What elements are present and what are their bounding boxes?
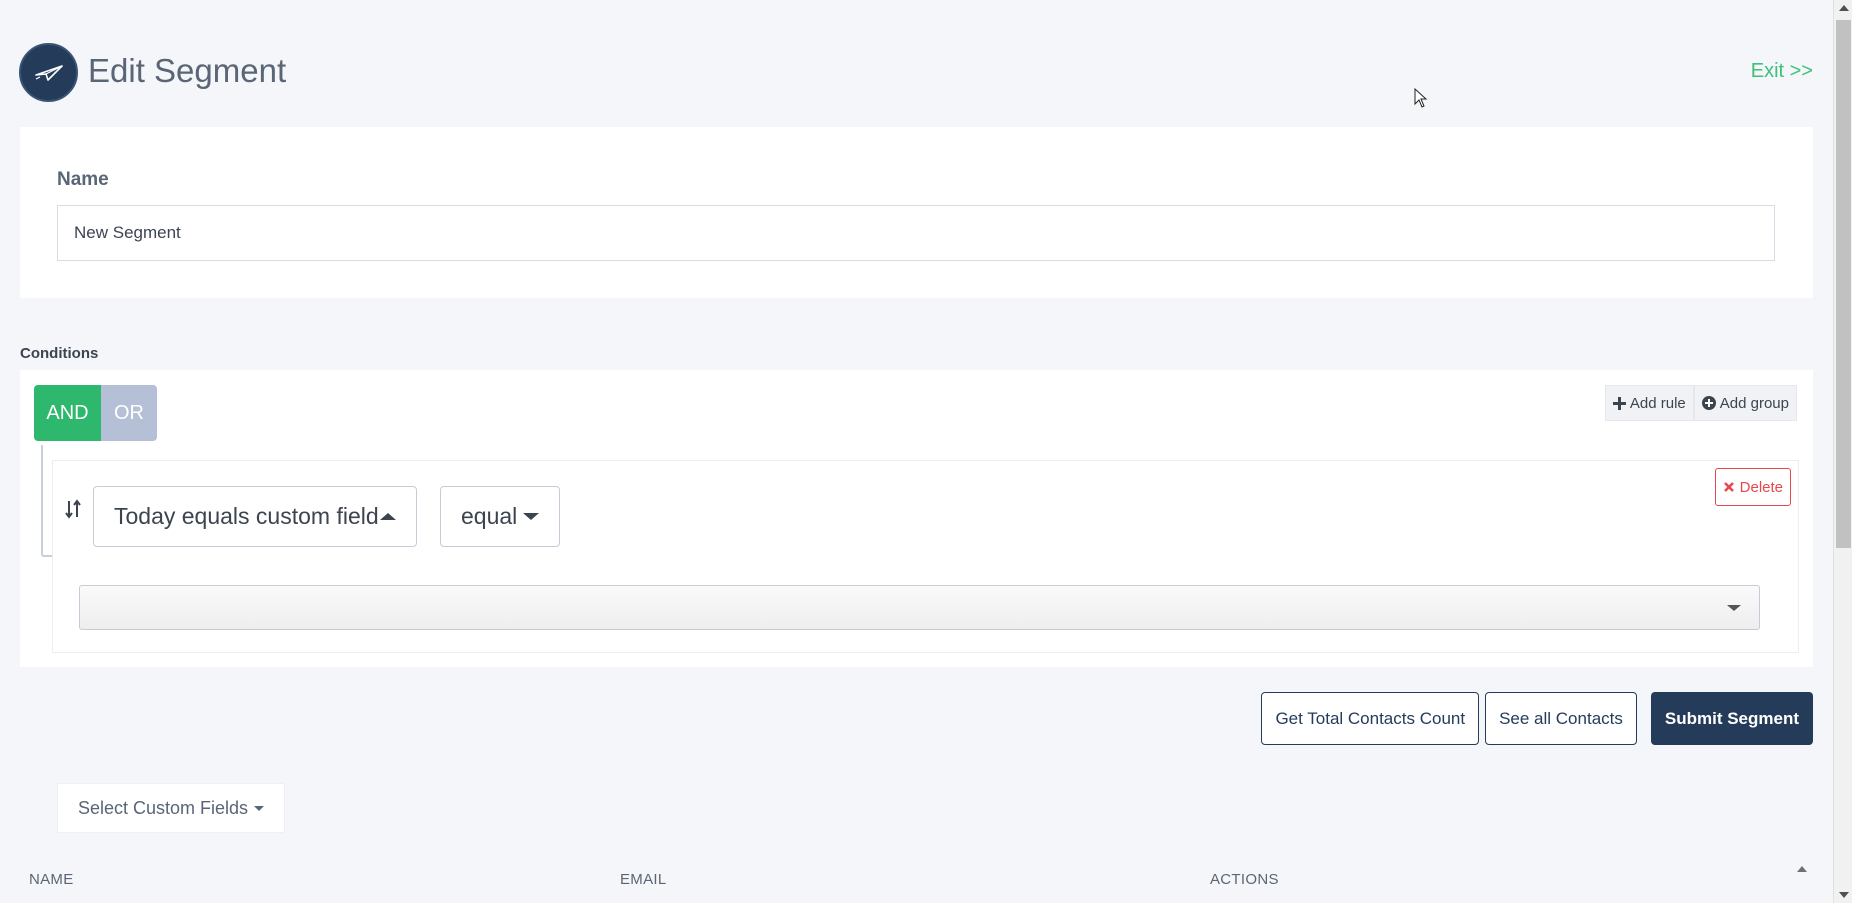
page-scrollbar[interactable] (1833, 0, 1852, 903)
paper-plane-icon (34, 64, 63, 81)
rule-value-select[interactable] (79, 585, 1760, 630)
page-title: Edit Segment (88, 52, 287, 89)
scroll-up-arrow[interactable] (1839, 5, 1849, 11)
exit-link[interactable]: Exit >> (1751, 60, 1813, 83)
column-header-name[interactable]: NAME (29, 871, 74, 888)
and-button[interactable]: AND (34, 385, 101, 441)
contacts-table-area: Select Custom Fields NAME EMAIL ACTIONS (20, 753, 1813, 903)
rule-row: Today equals custom field equal Delete (52, 460, 1799, 653)
delete-label: Delete (1739, 478, 1783, 496)
chevron-down-icon (1727, 604, 1741, 611)
segment-actions: Get Total Contacts Count See all Contact… (1261, 692, 1813, 745)
custom-fields-label: Select Custom Fields (78, 797, 249, 818)
add-group-button[interactable]: Add group (1693, 385, 1797, 421)
plus-circle-icon (1701, 396, 1716, 410)
total-contacts-count-button[interactable]: Get Total Contacts Count (1261, 692, 1480, 745)
sort-handle-icon[interactable] (65, 499, 81, 519)
field-select[interactable]: Today equals custom field (93, 486, 417, 547)
column-header-email[interactable]: EMAIL (620, 871, 667, 888)
add-rule-button[interactable]: Add rule (1604, 385, 1694, 421)
caret-down-icon (523, 513, 539, 520)
add-rule-label: Add rule (1629, 394, 1686, 412)
edit-segment-page: Edit Segment Exit >> Name Conditions AND… (0, 0, 1833, 903)
or-button[interactable]: OR (101, 385, 157, 441)
conditions-panel: AND OR Add rule Add group Today equals c… (20, 370, 1813, 667)
rule-actions: Add rule Add group (1604, 385, 1797, 421)
add-group-label: Add group (1719, 394, 1789, 412)
scroll-thumb[interactable] (1836, 20, 1851, 548)
mouse-cursor-icon (1414, 88, 1428, 108)
table-scroll-up-arrow[interactable] (1795, 862, 1809, 876)
caret-down-icon (254, 805, 265, 811)
plus-icon (1612, 396, 1626, 410)
segment-name-input[interactable] (57, 205, 1775, 261)
logo (19, 43, 78, 102)
select-custom-fields-dropdown[interactable]: Select Custom Fields (57, 783, 286, 833)
conditions-heading: Conditions (20, 345, 99, 362)
name-label: Name (57, 169, 109, 190)
delete-rule-button[interactable]: Delete (1714, 468, 1791, 506)
caret-up-icon (380, 513, 396, 520)
page-header: Edit Segment Exit >> (0, 0, 1833, 125)
scroll-down-arrow[interactable] (1839, 892, 1849, 898)
submit-segment-button[interactable]: Submit Segment (1650, 692, 1813, 745)
column-header-actions: ACTIONS (1210, 871, 1279, 888)
logic-toggle: AND OR (34, 385, 157, 441)
see-all-contacts-button[interactable]: See all Contacts (1485, 692, 1637, 745)
operator-select[interactable]: equal (440, 486, 560, 547)
name-panel: Name (20, 127, 1813, 298)
close-icon (1723, 482, 1734, 492)
operator-select-value: equal (461, 503, 518, 529)
field-select-value: Today equals custom field (114, 503, 379, 529)
